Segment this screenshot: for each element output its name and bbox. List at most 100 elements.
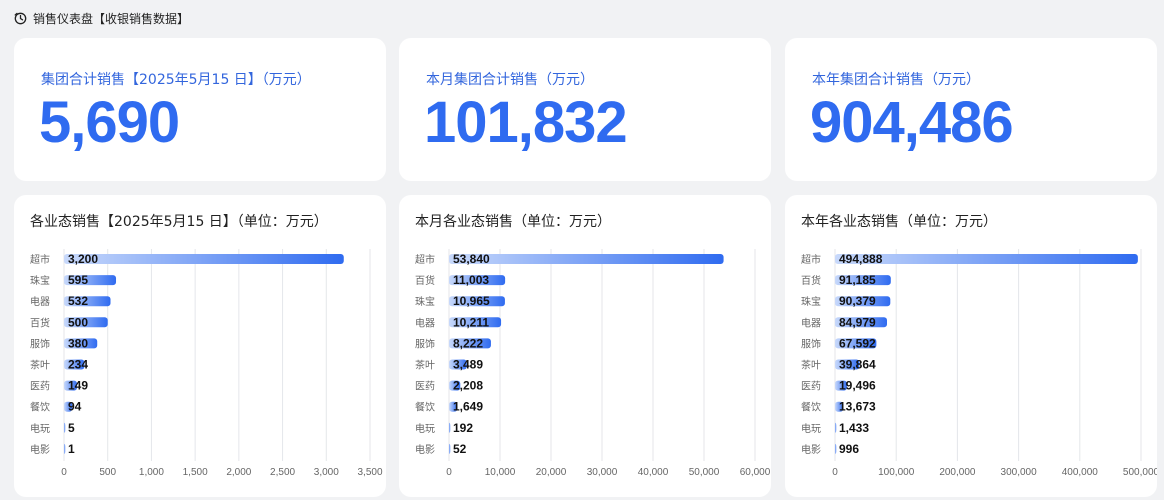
category-label: 餐饮 [30, 401, 50, 414]
bar-value-label: 10,211 [453, 315, 489, 329]
bar-value-label: 10,965 [453, 294, 490, 308]
dashboard-title: 销售仪表盘【收银销售数据】 [33, 11, 190, 26]
category-label: 医药 [801, 381, 821, 393]
bar-value-label: 3,489 [453, 358, 483, 372]
bar-value-label: 84,979 [839, 315, 876, 329]
category-label: 茶叶 [801, 359, 821, 372]
bar-value-label: 494,888 [839, 252, 883, 266]
x-tick-label: 3,000 [314, 467, 339, 478]
category-label: 百货 [415, 274, 435, 287]
x-tick-label: 2,500 [270, 467, 295, 478]
category-label: 电影 [415, 443, 435, 456]
x-tick-label: 1,500 [183, 467, 208, 478]
bar-value-label: 67,592 [839, 336, 876, 350]
bar-chart-year: 0 100,000 200,000 300,000 400,000 500,000 超市 49… [801, 249, 1157, 478]
x-tick-label: 30,000 [587, 467, 618, 478]
x-tick-label: 20,000 [536, 467, 567, 478]
category-label: 茶叶 [30, 359, 50, 372]
category-label: 超市 [801, 253, 821, 266]
bar-value-label: 2,208 [453, 379, 483, 393]
category-label: 服饰 [801, 337, 821, 350]
bar-value-label: 11,003 [453, 273, 489, 287]
bar-value-label: 595 [68, 273, 88, 287]
x-tick-label: 60,000 [740, 467, 771, 478]
category-label: 珠宝 [30, 274, 50, 287]
category-label: 百货 [30, 316, 50, 329]
bar-value-label: 996 [839, 442, 859, 456]
dashboard-header: 销售仪表盘【收银销售数据】 [14, 9, 189, 27]
chart-card-today: 各业态销售【2025年5月15 日】（单位：万元） 0 500 1,000 1,500… [14, 195, 386, 497]
bar[interactable] [449, 443, 451, 454]
bar-value-label: 91,185 [839, 273, 876, 287]
category-label: 超市 [415, 253, 435, 266]
chart-card-year: 本年各业态销售（单位：万元） 0 100,000 200,000 300,000 400… [785, 195, 1157, 497]
bar-value-label: 39,864 [839, 358, 876, 372]
category-label: 电器 [30, 295, 50, 308]
clock-icon [14, 12, 27, 24]
category-label: 服饰 [30, 337, 50, 350]
bar[interactable] [64, 254, 344, 264]
kpi-value-year: 904,486 [810, 90, 1014, 155]
x-tick-label: 50,000 [689, 467, 720, 478]
bar-chart-month: 0 10,000 20,000 30,000 40,000 50,000 60,000 超市 5… [415, 249, 771, 478]
bar-chart-today: 0 500 1,000 1,500 2,000 2,500 3,000 3,500 超市 3,20… [30, 249, 383, 478]
x-tick-label: 400,000 [1062, 467, 1099, 478]
x-tick-label: 0 [61, 467, 67, 478]
category-label: 电玩 [415, 422, 435, 435]
x-tick-label: 1,000 [139, 467, 164, 478]
bar-value-label: 149 [68, 379, 88, 393]
bar-value-label: 1 [68, 442, 75, 456]
category-label: 超市 [30, 253, 50, 266]
category-label: 电玩 [801, 422, 821, 435]
x-tick-label: 500,000 [1123, 467, 1157, 478]
category-label: 电玩 [30, 422, 50, 435]
bar-value-label: 53,840 [453, 252, 490, 266]
category-label: 电影 [801, 443, 821, 456]
bar-value-label: 1,433 [839, 421, 869, 435]
kpi-card-month: 本月集团合计销售（万元） 101,832 [399, 38, 771, 181]
bar-value-label: 13,673 [839, 400, 876, 414]
bar[interactable] [449, 254, 724, 264]
category-label: 医药 [30, 381, 50, 393]
kpi-card-year: 本年集团合计销售（万元） 904,486 [785, 38, 1157, 181]
category-label: 茶叶 [415, 359, 435, 372]
kpi-label-today: 集团合计销售【2025年5月15 日】（万元） [41, 72, 311, 88]
kpi-label-year: 本年集团合计销售（万元） [812, 72, 980, 88]
category-label: 电影 [30, 443, 50, 456]
bar-value-label: 5 [68, 421, 75, 435]
bar-value-label: 380 [68, 336, 88, 350]
category-label: 珠宝 [415, 295, 435, 308]
bar-value-label: 500 [68, 315, 88, 329]
x-tick-label: 0 [832, 467, 838, 478]
x-tick-label: 500 [99, 467, 116, 478]
x-tick-label: 2,000 [226, 467, 251, 478]
kpi-label-month: 本月集团合计销售（万元） [426, 72, 594, 88]
x-tick-label: 10,000 [485, 467, 516, 478]
kpi-card-today: 集团合计销售【2025年5月15 日】（万元） 5,690 [14, 38, 386, 181]
bar-value-label: 234 [68, 358, 88, 372]
x-tick-label: 100,000 [878, 467, 915, 478]
kpi-value-month: 101,832 [424, 90, 628, 155]
bar-value-label: 19,496 [839, 379, 876, 393]
x-tick-label: 200,000 [939, 467, 976, 478]
category-label: 医药 [415, 381, 435, 393]
x-tick-label: 3,500 [357, 467, 382, 478]
x-tick-label: 0 [446, 467, 452, 478]
category-label: 餐饮 [801, 401, 821, 414]
category-label: 电器 [415, 316, 435, 329]
bar-value-label: 532 [68, 294, 88, 308]
bar[interactable] [835, 443, 837, 454]
chart-card-month: 本月各业态销售（单位：万元） 0 10,000 20,000 30,000 40,000… [399, 195, 771, 497]
category-label: 服饰 [415, 337, 435, 350]
bar-value-label: 3,200 [68, 252, 98, 266]
bar-value-label: 90,379 [839, 294, 876, 308]
bar[interactable] [64, 443, 66, 454]
bar-value-label: 8,222 [453, 336, 483, 350]
bar-value-label: 94 [68, 400, 82, 414]
bar[interactable] [64, 422, 66, 433]
bar-value-label: 52 [453, 442, 467, 456]
category-label: 电器 [801, 316, 821, 329]
bar[interactable] [835, 422, 837, 433]
bar[interactable] [449, 422, 451, 433]
x-tick-label: 300,000 [1001, 467, 1038, 478]
